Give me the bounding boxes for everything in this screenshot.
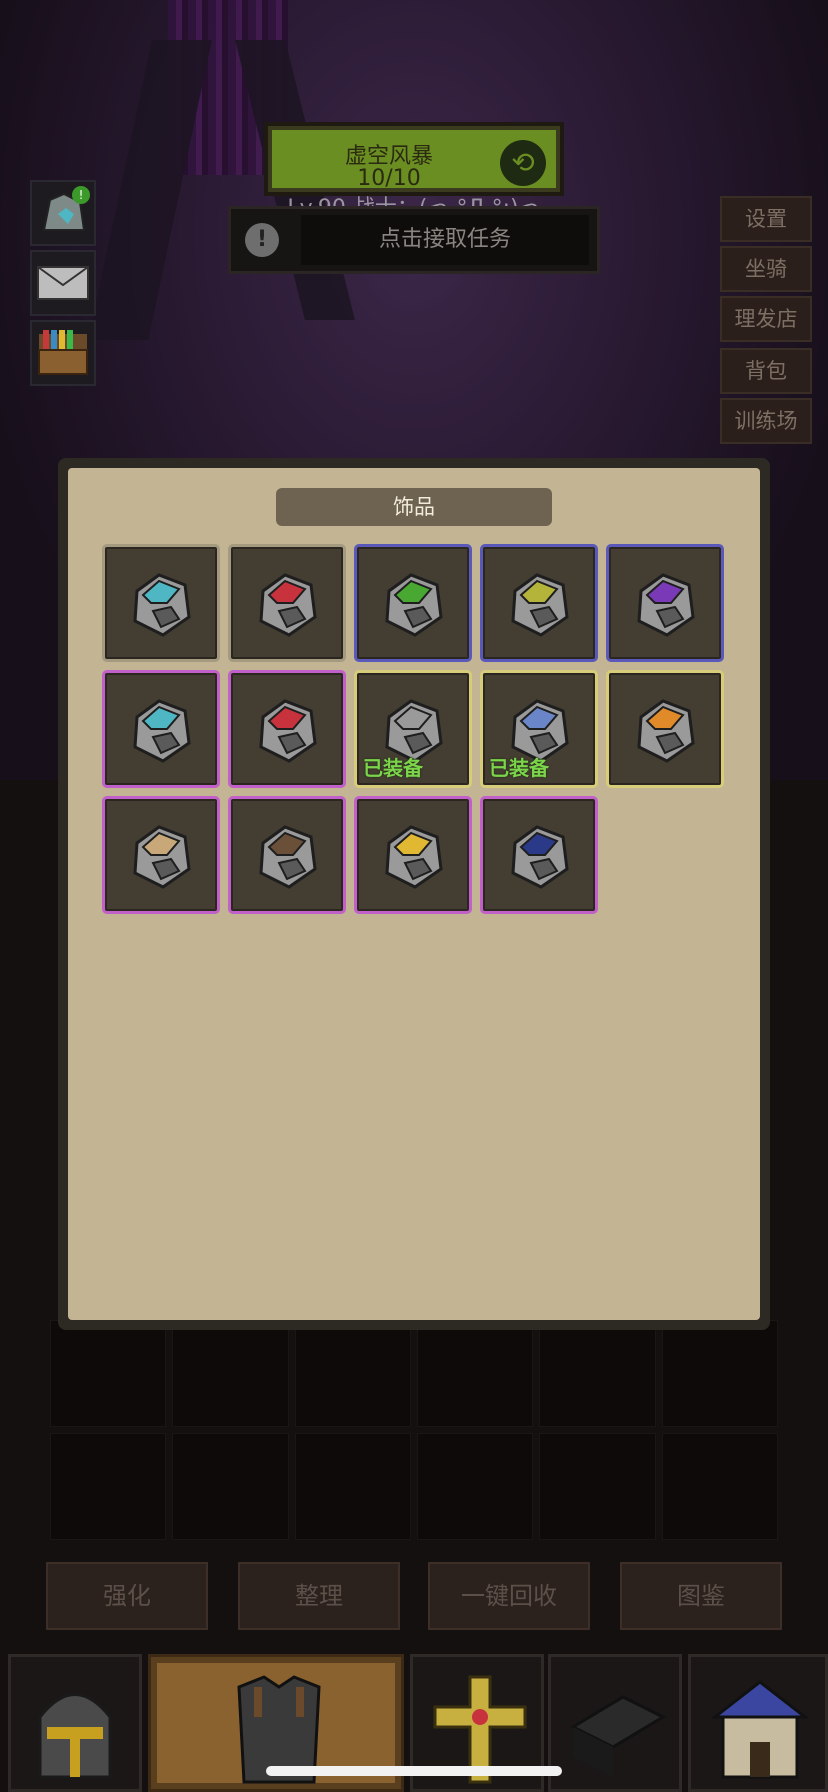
accessory-slot[interactable]: [354, 796, 472, 914]
accessory-slot[interactable]: [354, 544, 472, 662]
treasure-chest-icon: [38, 330, 88, 375]
accessory-slot[interactable]: [228, 796, 346, 914]
alert-icon: !: [245, 223, 279, 257]
bracer-icon: [637, 699, 695, 763]
bracer-icon: [259, 699, 317, 763]
accessory-slot[interactable]: [102, 796, 220, 914]
accessory-slot[interactable]: [102, 544, 220, 662]
accessory-slot[interactable]: [480, 796, 598, 914]
tab-book[interactable]: [548, 1654, 682, 1792]
tab-helmet[interactable]: [8, 1654, 142, 1792]
enhance-button[interactable]: 强化: [46, 1562, 208, 1630]
codex-button[interactable]: 图鉴: [620, 1562, 782, 1630]
mail-button[interactable]: [30, 250, 96, 316]
settings-button[interactable]: 设置: [720, 196, 812, 242]
bracer-icon: [133, 825, 191, 889]
bracer-icon: [133, 699, 191, 763]
tab-shop[interactable]: [688, 1654, 828, 1792]
recycle-all-button[interactable]: 一键回收: [428, 1562, 590, 1630]
accessory-slot[interactable]: 已装备: [354, 670, 472, 788]
helmet-icon: [38, 1693, 112, 1779]
home-indicator[interactable]: [266, 1766, 562, 1776]
accessory-slot[interactable]: [606, 544, 724, 662]
mail-icon: [37, 266, 89, 300]
accessory-dialog: 饰品 已装备 已装备: [58, 458, 770, 1330]
treasure-chest-button[interactable]: [30, 320, 96, 386]
bracer-icon: [133, 573, 191, 637]
shop-icon: [710, 1680, 810, 1779]
bracer-icon: [259, 825, 317, 889]
barber-button[interactable]: 理发店: [720, 296, 812, 342]
accessory-slot[interactable]: [102, 670, 220, 788]
bracer-icon: [511, 825, 569, 889]
bracer-icon: [259, 573, 317, 637]
bracer-icon: [385, 825, 443, 889]
sort-button[interactable]: 整理: [238, 1562, 400, 1630]
accessory-slot[interactable]: 已装备: [480, 670, 598, 788]
ring-stone-button[interactable]: !: [30, 180, 96, 246]
accessory-slot[interactable]: [480, 544, 598, 662]
bracer-icon: [511, 573, 569, 637]
task-text[interactable]: 点击接取任务: [301, 215, 589, 265]
equipped-label: 已装备: [363, 756, 423, 780]
training-ground-button[interactable]: 训练场: [720, 398, 812, 444]
accessory-slot[interactable]: [606, 670, 724, 788]
mount-button[interactable]: 坐骑: [720, 246, 812, 292]
quest-banner[interactable]: 虚空风暴 10/10 ⟲: [264, 122, 564, 196]
book-icon: [569, 1695, 667, 1777]
dialog-title: 饰品: [276, 488, 552, 526]
accessory-slot[interactable]: [228, 544, 346, 662]
bracer-icon: [637, 573, 695, 637]
bracer-icon: [385, 573, 443, 637]
notification-badge: !: [72, 186, 90, 204]
accessory-slot[interactable]: [228, 670, 346, 788]
backpack-button[interactable]: 背包: [720, 348, 812, 394]
refresh-icon[interactable]: ⟲: [500, 140, 546, 186]
quest-count: 10/10: [357, 166, 421, 191]
equipped-label: 已装备: [489, 756, 549, 780]
task-bar[interactable]: ! 点击接取任务: [228, 206, 600, 274]
